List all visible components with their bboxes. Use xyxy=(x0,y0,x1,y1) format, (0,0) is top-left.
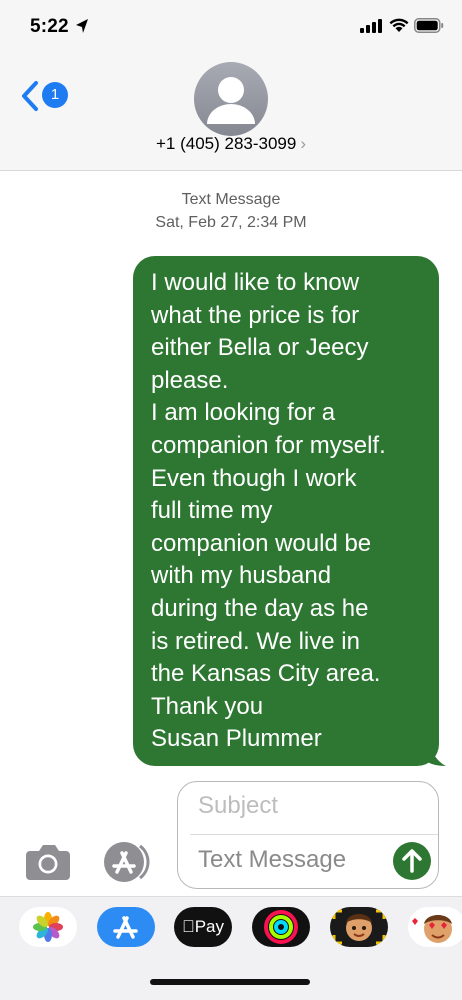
photos-app-button[interactable] xyxy=(19,907,77,947)
apple-pay-button[interactable]: Pay xyxy=(174,907,232,947)
message-input[interactable]: Text Message xyxy=(198,846,346,874)
contact-name-button[interactable]: +1 (405) 283-3099 › xyxy=(0,134,462,154)
cellular-signal-icon xyxy=(360,19,382,33)
message-type-label: Text Message xyxy=(181,191,281,208)
app-store-icon xyxy=(113,916,138,939)
photos-icon xyxy=(33,912,63,942)
battery-icon xyxy=(414,18,444,33)
home-indicator[interactable] xyxy=(150,979,310,985)
memoji-icon xyxy=(332,909,386,945)
back-button[interactable]: 1 xyxy=(20,78,76,114)
send-button[interactable] xyxy=(393,842,431,880)
apple-pay-icon:  xyxy=(182,917,195,936)
app-store-drawer-button[interactable] xyxy=(97,907,155,947)
camera-button[interactable] xyxy=(24,843,72,881)
sent-message-bubble[interactable]: I would like to know what the price is f… xyxy=(133,256,439,766)
activity-app-button[interactable] xyxy=(252,907,310,947)
message-timestamp: Sat, Feb 27, 2:34 PM xyxy=(155,214,307,231)
apple-pay-label: Pay xyxy=(188,917,224,936)
app-drawer: Pay xyxy=(0,896,462,1000)
bubble-tail xyxy=(424,744,446,766)
chevron-left-icon xyxy=(22,81,38,111)
unread-badge: 1 xyxy=(42,82,68,108)
memoji-stickers-button[interactable] xyxy=(408,907,462,947)
activity-icon xyxy=(264,910,298,944)
subject-field[interactable]: Subject xyxy=(198,792,278,820)
memoji-app-button[interactable] xyxy=(330,907,388,947)
contact-avatar[interactable] xyxy=(194,62,268,136)
wifi-icon xyxy=(389,18,409,32)
location-arrow-icon xyxy=(76,19,88,33)
compose-divider xyxy=(190,834,438,835)
app-store-icon xyxy=(104,842,150,882)
status-time: 5:22 xyxy=(30,16,69,37)
person-icon xyxy=(207,77,255,124)
contact-phone-number: +1 (405) 283-3099 xyxy=(155,134,297,153)
compose-box: Subject Text Message xyxy=(177,781,439,889)
arrow-up-icon xyxy=(402,849,422,873)
memoji-stickers-icon xyxy=(412,915,452,943)
conversation-header: 1 +1 (405) 283-3099 › xyxy=(0,56,462,171)
app-store-button[interactable] xyxy=(100,841,152,883)
chevron-right-icon: › xyxy=(300,134,307,153)
camera-icon xyxy=(26,845,70,880)
status-bar: 5:22 xyxy=(0,0,462,56)
message-text: I would like to know what the price is f… xyxy=(151,269,386,753)
